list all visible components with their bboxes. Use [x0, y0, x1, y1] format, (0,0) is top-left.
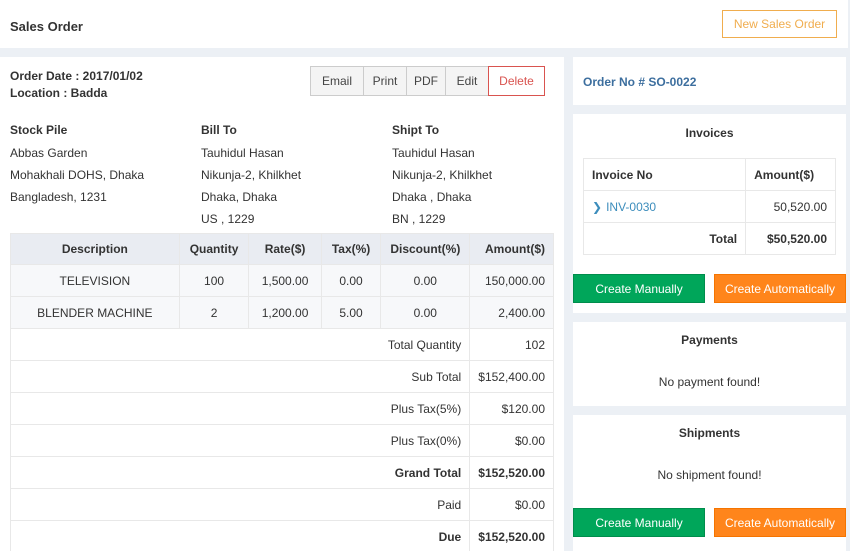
invoice-number[interactable]: INV-0030	[606, 200, 656, 214]
delete-button[interactable]: Delete	[488, 66, 545, 96]
column-header: Description	[10, 233, 180, 265]
item-quantity: 100	[178, 264, 250, 297]
address-line: Dhaka, Dhaka	[201, 190, 278, 204]
summary-label: Plus Tax(5%)	[9, 392, 471, 425]
order-date: Order Date : 2017/01/02	[10, 69, 143, 83]
print-button[interactable]: Print	[363, 66, 407, 96]
summary-row: Plus Tax(5%) $120.00	[9, 392, 554, 425]
summary-label: Plus Tax(0%)	[9, 424, 471, 457]
summary-label: Grand Total	[9, 456, 471, 489]
table-row: BLENDER MACHINE 2 1,200.00 5.00 0.00 2,4…	[10, 296, 554, 329]
address-line: Abbas Garden	[10, 146, 88, 160]
column-header: Rate($)	[248, 233, 322, 265]
item-rate: 1,500.00	[248, 264, 322, 297]
order-number-panel: Order No # SO-0022	[573, 57, 846, 105]
summary-value: $0.00	[469, 424, 554, 457]
invoices-title: Invoices	[685, 126, 734, 140]
table-header-row: Invoice No Amount($)	[582, 158, 836, 191]
invoices-table: Invoice No Amount($) ❯ INV-0030 50,520.00…	[582, 158, 836, 255]
summary-value: $152,520.00	[469, 456, 554, 489]
item-description: BLENDER MACHINE	[10, 296, 180, 329]
stock-pile-heading: Stock Pile	[10, 123, 68, 137]
page-title: Sales Order	[10, 19, 83, 34]
chevron-right-icon: ❯	[592, 199, 603, 214]
item-tax: 5.00	[320, 296, 382, 329]
order-meta: Order Date : 2017/01/02 Location : Badda	[10, 68, 143, 102]
email-button[interactable]: Email	[310, 66, 364, 96]
item-rate: 1,200.00	[248, 296, 322, 329]
stock-pile-address: Stock Pile Abbas Garden Mohakhali DOHS, …	[10, 119, 144, 208]
address-line: Dhaka , Dhaka	[392, 190, 472, 204]
table-row: TELEVISION 100 1,500.00 0.00 0.00 150,00…	[10, 264, 554, 297]
address-line: Mohakhali DOHS, Dhaka	[10, 168, 145, 182]
summary-value: $120.00	[469, 392, 554, 425]
table-row: ❯ INV-0030 50,520.00	[582, 190, 836, 223]
total-row: Total $50,520.00	[582, 222, 836, 255]
column-header: Tax(%)	[320, 233, 382, 265]
address-line: US , 1229	[201, 212, 255, 226]
invoice-link[interactable]: ❯ INV-0030	[582, 190, 747, 223]
item-quantity: 2	[178, 296, 250, 329]
item-discount: 0.00	[380, 296, 471, 329]
bill-to-heading: Bill To	[201, 123, 237, 137]
shipment-create-automatically-button[interactable]: Create Automatically	[714, 508, 846, 537]
total-label: Total	[582, 222, 747, 255]
address-line: Bangladesh, 1231	[10, 190, 107, 204]
table-header-row: Description Quantity Rate($) Tax(%) Disc…	[10, 233, 554, 265]
item-tax: 0.00	[320, 264, 382, 297]
shipments-title: Shipments	[678, 426, 741, 440]
edit-button[interactable]: Edit	[445, 66, 489, 96]
payments-empty-message: No payment found!	[658, 375, 761, 389]
summary-row: Total Quantity 102	[9, 328, 554, 361]
column-header: Invoice No	[582, 158, 747, 191]
summary-row: Sub Total $152,400.00	[9, 360, 554, 393]
ship-to-heading: Shipt To	[392, 123, 440, 137]
column-header: Amount($)	[745, 158, 836, 191]
invoice-amount: 50,520.00	[745, 190, 836, 223]
summary-label: Sub Total	[9, 360, 471, 393]
invoice-create-manually-button[interactable]: Create Manually	[573, 274, 705, 303]
order-detail-panel: Order Date : 2017/01/02 Location : Badda…	[0, 57, 564, 551]
new-sales-order-button[interactable]: New Sales Order	[722, 10, 837, 38]
order-number: Order No # SO-0022	[583, 75, 697, 89]
invoice-create-automatically-button[interactable]: Create Automatically	[714, 274, 846, 303]
summary-value: 102	[469, 328, 554, 361]
column-header: Discount(%)	[380, 233, 471, 265]
item-description: TELEVISION	[10, 264, 180, 297]
address-line: Nikunja-2, Khilkhet	[392, 168, 493, 182]
address-line: Tauhidul Hasan	[392, 146, 475, 160]
order-actions: Email Print PDF Edit Delete	[310, 66, 545, 96]
summary-row: Due $152,520.00	[9, 520, 554, 551]
summary-row: Plus Tax(0%) $0.00	[9, 424, 554, 457]
summary-value: $0.00	[469, 488, 554, 521]
summary-row: Paid $0.00	[9, 488, 554, 521]
summary-label: Paid	[9, 488, 471, 521]
summary-value: $152,400.00	[469, 360, 554, 393]
pdf-button[interactable]: PDF	[406, 66, 446, 96]
item-discount: 0.00	[380, 264, 471, 297]
summary-label: Total Quantity	[9, 328, 471, 361]
summary-row: Grand Total $152,520.00	[9, 456, 554, 489]
page-header: Sales Order New Sales Order	[0, 0, 848, 48]
bill-to-address: Bill To Tauhidul Hasan Nikunja-2, Khilkh…	[201, 119, 301, 230]
column-header: Amount($)	[469, 233, 554, 265]
summary-label: Due	[9, 520, 471, 551]
address-line: Nikunja-2, Khilkhet	[201, 168, 302, 182]
payments-title: Payments	[681, 333, 738, 347]
item-amount: 2,400.00	[469, 296, 554, 329]
summary-value: $152,520.00	[469, 520, 554, 551]
column-header: Quantity	[178, 233, 250, 265]
address-line: BN , 1229	[392, 212, 446, 226]
order-items-table: Description Quantity Rate($) Tax(%) Disc…	[9, 233, 554, 551]
address-line: Tauhidul Hasan	[201, 146, 284, 160]
order-location: Location : Badda	[10, 86, 108, 100]
shipment-create-manually-button[interactable]: Create Manually	[573, 508, 705, 537]
ship-to-address: Shipt To Tauhidul Hasan Nikunja-2, Khilk…	[392, 119, 492, 230]
payments-panel: Payments No payment found!	[573, 322, 846, 406]
item-amount: 150,000.00	[469, 264, 554, 297]
shipments-empty-message: No shipment found!	[657, 468, 762, 482]
total-value: $50,520.00	[745, 222, 836, 255]
